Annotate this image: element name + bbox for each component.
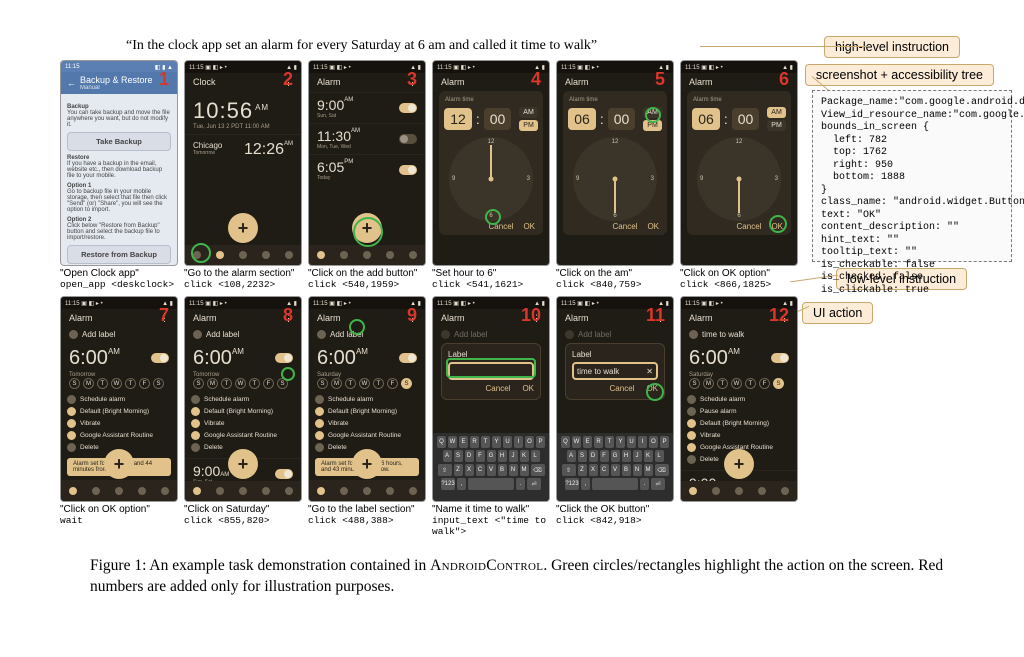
fab-add[interactable]: + <box>228 213 258 243</box>
screenshot-9: 11:15 ▣ ◧ ▸ •▲ ▮ 9 Alarm⋮ Add label 6:00… <box>308 296 426 502</box>
screenshot-7: 11:15 ▣ ◧ ▸ •▲ ▮ 7 Alarm⋮ Add label 6:00… <box>60 296 178 502</box>
restore-backup-button[interactable]: Restore from Backup <box>67 245 171 264</box>
alarm-toggle[interactable] <box>399 103 417 113</box>
screenshot-8: 11:15 ▣ ◧ ▸ •▲ ▮ 8 Alarm⋮ Add label 6:00… <box>184 296 302 502</box>
label-icon[interactable] <box>69 330 78 339</box>
figure-caption: Figure 1: An example task demonstration … <box>60 556 964 598</box>
accessibility-metadata-panel: Package_name:"com.google.android.deskclo… <box>812 90 1012 262</box>
action-highlight <box>645 107 661 123</box>
annot-ui-action: UI action <box>802 302 873 324</box>
soft-keyboard[interactable]: QWERTYUIOP ASDFGHJKL ⇧ZXCVBNM⌫ ?123,.⏎ <box>433 433 549 501</box>
screenshot-12: 11:15 ▣ ◧ ▸ •▲ ▮ 12 Alarm⋮ time to walk … <box>680 296 798 502</box>
screenshot-3: 11:15 ▣ ◧ ▸ •▲ ▮ 3 Alarm⋮ 9:00AMSun, Sat… <box>308 60 426 266</box>
alarm-toggle[interactable] <box>399 134 417 144</box>
step-command: open_app <deskclock> <box>60 280 178 291</box>
label-dialog: Label CancelOK <box>441 343 541 400</box>
screenshot-1: 11:15◧ ▮ ▲ 1 ←Backup & RestoreManual Bac… <box>60 60 178 266</box>
screenshot-4: 11:15 ▣ ◧ ▸ •▲ ▮ 4 Alarm 9:00 Alarm time… <box>432 60 550 266</box>
hour-box[interactable]: 12 <box>444 108 472 130</box>
action-highlight <box>485 209 501 225</box>
step-number: 1 <box>159 69 169 90</box>
action-highlight <box>646 383 664 401</box>
annot-screenshot-tree: screenshot + accessibility tree <box>805 64 994 86</box>
step-caption: "Open Clock app" <box>60 268 178 280</box>
row-2: 11:15 ▣ ◧ ▸ •▲ ▮ 7 Alarm⋮ Add label 6:00… <box>60 296 964 537</box>
action-highlight <box>353 217 383 247</box>
action-highlight <box>446 358 536 378</box>
take-backup-button[interactable]: Take Backup <box>67 132 171 151</box>
dataset-name: AndroidControl <box>430 557 543 574</box>
screenshot-2: 11:15 ▣ ◧ ▸ •▲ ▮ 2 Clock⋮ 10:56AM Tue, J… <box>184 60 302 266</box>
screenshot-6: 11:15 ▣ ◧ ▸ •▲ ▮ 6 Alarm 9:00 Alarm time… <box>680 60 798 266</box>
minute-box[interactable]: 00 <box>484 108 512 130</box>
annot-high-level: high-level instruction <box>824 36 960 58</box>
screenshot-11: 11:15 ▣ ◧ ▸ •▲ ▮ 11 Alarm⋮ Add label 6:0… <box>556 296 674 502</box>
screenshot-10: 11:15 ▣ ◧ ▸ •▲ ▮ 10 Alarm⋮ Add label 6:0… <box>432 296 550 502</box>
time-picker[interactable]: Alarm time 12 : 00 AMPM 12 3 6 9 CancelO… <box>439 91 543 235</box>
label-input[interactable]: time to walk✕ <box>572 362 658 380</box>
alarm-toggle[interactable] <box>399 165 417 175</box>
screenshot-5: 11:15 ▣ ◧ ▸ •▲ ▮ 5 Alarm 9:00 Alarm time… <box>556 60 674 266</box>
action-highlight <box>769 215 787 233</box>
action-highlight <box>191 243 211 263</box>
